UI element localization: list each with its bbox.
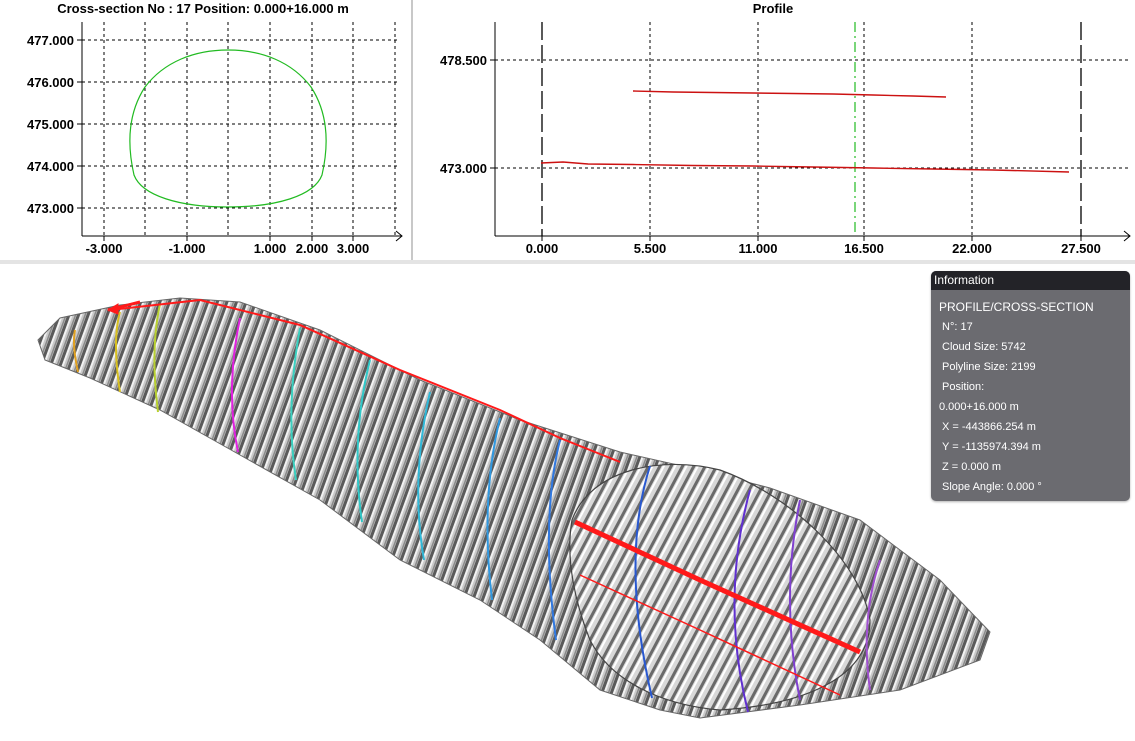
cs-grid: [82, 22, 398, 236]
cross-section-panel[interactable]: Cross-section No : 17 Position: 0.000+16…: [0, 0, 411, 260]
cross-section-curve: [129, 49, 327, 208]
info-z-coordinate: Z = 0.000 m: [942, 461, 1002, 473]
profile-x-tick-label: 22.000: [952, 241, 992, 256]
profile-title: Profile: [753, 1, 793, 16]
cs-y-tick-label: 474.000: [27, 159, 74, 174]
profile-line-bottom: [540, 161, 1070, 173]
profile-x-tick-label: 11.000: [738, 241, 777, 256]
profile-line-top: [632, 90, 947, 98]
cs-y-tick-label: 476.000: [27, 75, 74, 90]
info-number: N°: 17: [942, 321, 973, 333]
info-title: PROFILE/CROSS-SECTION: [939, 300, 1094, 314]
info-polyline-size: Polyline Size: 2199: [942, 361, 1036, 373]
profile-x-tick-label: 16.500: [844, 241, 884, 256]
info-position-value: 0.000+16.000 m: [939, 401, 1019, 413]
cs-y-tick-label: 473.000: [27, 201, 74, 216]
information-panel: Information PROFILE/CROSS-SECTION N°: 17…: [931, 271, 1130, 501]
profile-panel[interactable]: Profile 478.500 473.000 0.000 5.500 11.0…: [413, 0, 1135, 260]
point-cloud-3d-view[interactable]: Information PROFILE/CROSS-SECTION N°: 17…: [0, 264, 1135, 741]
cs-x-tick-label: 2.000: [296, 241, 329, 256]
profile-x-tick-label: 5.500: [634, 241, 667, 256]
information-header: Information: [931, 271, 1130, 290]
info-cloud-size: Cloud Size: 5742: [942, 341, 1026, 353]
profile-x-tick-label: 0.000: [526, 241, 559, 256]
cs-y-tick-label: 477.000: [27, 33, 74, 48]
cs-x-tick-label: 3.000: [337, 241, 370, 256]
profile-limit-lines: [541, 22, 1082, 236]
profile-x-tick-label: 27.500: [1061, 241, 1101, 256]
info-position-label: Position:: [942, 381, 985, 393]
profile-y-tick-label: 473.000: [440, 161, 487, 176]
cs-x-tick-label: 1.000: [254, 241, 287, 256]
profile-y-tick-label: 478.500: [440, 53, 487, 68]
profile-chart: Profile 478.500 473.000 0.000 5.500 11.0…: [440, 1, 1131, 256]
profile-ticks: [490, 59, 1082, 241]
cs-y-tick-label: 475.000: [27, 117, 74, 132]
profile-grid: [495, 22, 1130, 236]
info-y-coordinate: Y = -1135974.394 m: [942, 441, 1041, 453]
info-slope-angle: Slope Angle: 0.000 °: [942, 481, 1042, 493]
cross-section-title: Cross-section No : 17 Position: 0.000+16…: [57, 1, 349, 16]
cs-x-tick-label: -1.000: [169, 241, 206, 256]
cross-section-chart: Cross-section No : 17 Position: 0.000+16…: [27, 1, 403, 256]
info-x-coordinate: X = -443866.254 m: [942, 421, 1036, 433]
cs-x-tick-label: -3.000: [86, 241, 123, 256]
